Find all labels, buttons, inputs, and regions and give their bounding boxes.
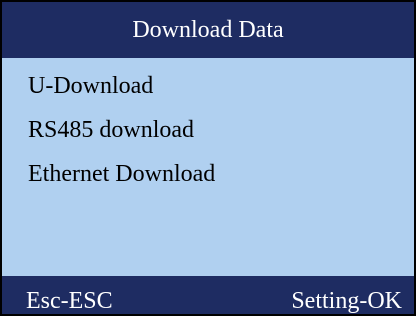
menu-item-rs485-download[interactable]: RS485 download (28, 110, 194, 150)
page-title: Download Data (132, 17, 284, 43)
title-bar: Download Data (2, 2, 414, 58)
softkey-bar: Esc-ESC Setting-OK (2, 276, 414, 314)
menu-item-ethernet-download[interactable]: Ethernet Download (28, 154, 215, 194)
download-menu: U-Download RS485 download Ethernet Downl… (2, 58, 414, 276)
menu-item-u-download[interactable]: U-Download (28, 66, 153, 106)
ok-softkey[interactable]: Setting-OK (291, 276, 402, 314)
esc-softkey[interactable]: Esc-ESC (26, 276, 113, 314)
device-screen: Download Data U-Download RS485 download … (0, 0, 416, 316)
